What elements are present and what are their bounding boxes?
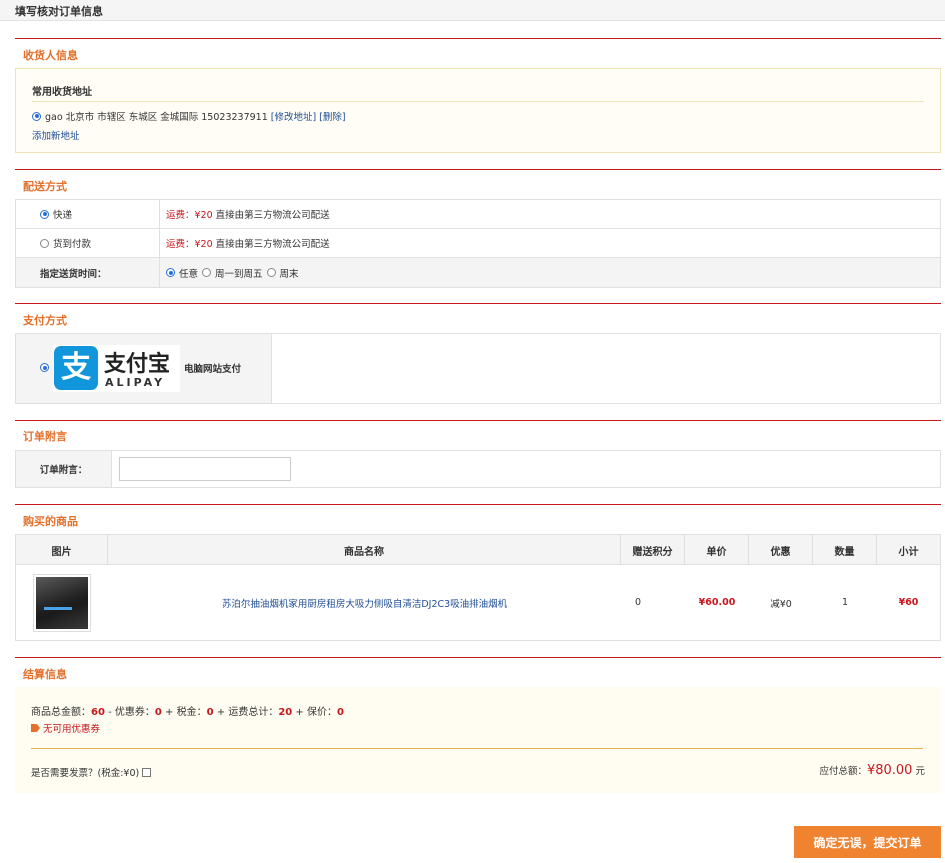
section-divider — [15, 657, 941, 658]
page-title: 填写核对订单信息 — [15, 5, 103, 18]
product-thumbnail[interactable] — [16, 565, 108, 640]
memo-section-title: 订单附言 — [23, 430, 67, 443]
tax-label: + 税金： — [161, 707, 207, 718]
section-divider — [15, 504, 941, 505]
edit-address-link[interactable]: [修改地址] — [271, 109, 316, 123]
alipay-icon: 支 — [54, 346, 98, 390]
settlement-panel: 商品总金额：60 - 优惠券：0 + 税金：0 + 运费总计：20 + 保价：0… — [15, 687, 941, 793]
column-header: 商品名称 — [108, 535, 621, 565]
goods-total-label: 商品总金额： — [31, 707, 91, 718]
delivery-option-row[interactable]: 快递 运费：¥20 直接由第三方物流公司配送 — [16, 200, 940, 229]
time-weekday-radio[interactable] — [202, 268, 212, 277]
tag-icon — [31, 724, 40, 732]
time-any-radio[interactable] — [166, 268, 175, 277]
goods-table: 图片 商品名称 赠送积分 单价 优惠 数量 小计 苏泊尔抽油烟机家用厨房租房大吸… — [15, 534, 941, 641]
coupon-label: - 优惠券： — [104, 707, 155, 718]
column-header: 图片 — [16, 535, 108, 565]
delivery-option-row[interactable]: 货到付款 运费：¥20 直接由第三方物流公司配送 — [16, 229, 940, 258]
column-header: 小计 — [898, 546, 919, 558]
add-address-link[interactable]: 添加新地址 — [32, 128, 80, 142]
column-header: 数量 — [813, 535, 877, 565]
section-divider — [15, 420, 941, 421]
alipay-option[interactable]: 支 支付宝 ALIPAY 电脑网站支付 — [16, 334, 272, 403]
memo-label: 订单附言： — [16, 451, 112, 487]
product-price: ¥60.00 — [698, 597, 736, 608]
address-heading-divider — [32, 101, 924, 102]
time-option-label: 任意 — [179, 268, 199, 280]
alipay-logo: 支 支付宝 ALIPAY — [53, 345, 180, 392]
column-header: 赠送积分 — [621, 535, 685, 565]
shipping-total-value: 20 — [278, 707, 293, 718]
column-header: 单价 — [685, 535, 749, 565]
goods-section-title: 购买的商品 — [23, 515, 78, 528]
product-image — [36, 576, 88, 629]
insurance-label: + 保价： — [292, 707, 337, 718]
delete-address-link[interactable]: [删除] — [319, 109, 345, 123]
payment-section-title: 支付方式 — [23, 314, 67, 327]
invoice-checkbox[interactable] — [142, 767, 152, 777]
no-coupon-notice: 无可用优惠券 — [31, 721, 100, 735]
price-breakdown: 商品总金额：60 - 优惠券：0 + 税金：0 + 运费总计：20 + 保价：0 — [31, 703, 344, 718]
time-option-weekday[interactable]: 周一到周五 — [202, 266, 263, 280]
alipay-radio[interactable] — [40, 363, 49, 372]
settlement-divider — [31, 748, 923, 749]
total-unit: 元 — [915, 766, 925, 777]
delivery-note: 直接由第三方物流公司配送 — [215, 210, 330, 221]
receiver-section-title: 收货人信息 — [23, 49, 78, 62]
delivery-option-label: 快递 — [53, 210, 73, 221]
payment-panel: 支 支付宝 ALIPAY 电脑网站支付 — [15, 333, 941, 404]
cod-radio[interactable] — [40, 238, 49, 248]
page-header: 填写核对订单信息 — [0, 0, 945, 21]
delivery-time-label: 指定送货时间： — [16, 258, 160, 287]
delivery-table: 快递 运费：¥20 直接由第三方物流公司配送 货到付款 运费：¥20 直接由第三… — [15, 199, 941, 288]
time-option-any[interactable]: 任意 — [166, 266, 198, 280]
settlement-section-title: 结算信息 — [23, 668, 67, 681]
goods-total-value: 60 — [91, 707, 105, 718]
shipping-fee: 运费：¥20 — [166, 210, 213, 221]
product-discount: 减¥0 — [770, 598, 792, 610]
delivery-section-title: 配送方式 — [23, 180, 67, 193]
memo-panel: 订单附言： — [15, 450, 941, 488]
alipay-logo-en: ALIPAY — [105, 376, 166, 389]
section-divider — [15, 303, 941, 304]
address-panel: 常用收货地址 gao 北京市 市辖区 东城区 金城国际 15023237911 … — [15, 68, 941, 153]
address-radio[interactable] — [32, 111, 41, 121]
delivery-time-row: 指定送货时间： 任意 周一到周五 周末 — [16, 258, 940, 287]
total-amount: ¥80.00 — [866, 763, 913, 778]
no-coupon-text: 无可用优惠券 — [43, 724, 101, 735]
alipay-logo-cn: 支付宝 — [104, 352, 171, 377]
delivery-note: 直接由第三方物流公司配送 — [215, 239, 330, 250]
column-header: 优惠 — [749, 535, 813, 565]
insurance-value: 0 — [337, 707, 344, 718]
time-option-label: 周一到周五 — [215, 268, 263, 280]
product-points: 0 — [634, 597, 641, 608]
section-divider — [15, 169, 941, 170]
shipping-fee: 运费：¥20 — [166, 239, 213, 250]
time-option-weekend[interactable]: 周末 — [266, 266, 299, 280]
address-heading: 常用收货地址 — [32, 87, 92, 98]
coupon-value: 0 — [154, 707, 162, 718]
product-subtotal: ¥60 — [898, 597, 919, 608]
section-divider — [15, 38, 941, 39]
address-text: gao 北京市 市辖区 东城区 金城国际 15023237911 — [45, 112, 268, 123]
product-quantity: 1 — [841, 597, 849, 608]
express-radio[interactable] — [40, 209, 49, 219]
payment-method-label: 电脑网站支付 — [184, 364, 242, 375]
shipping-total-label: + 运费总计： — [213, 707, 279, 718]
table-row: 苏泊尔抽油烟机家用厨房租房大吸力侧吸自清洁DJ2C3吸油排油烟机 0 ¥60.0… — [16, 565, 940, 640]
order-total: 应付总额：¥80.00 元 — [819, 763, 925, 778]
delivery-option-label: 货到付款 — [53, 239, 92, 250]
memo-input[interactable] — [119, 457, 291, 481]
goods-table-header: 图片 商品名称 赠送积分 单价 优惠 数量 小计 — [16, 535, 940, 565]
submit-order-button[interactable]: 确定无误，提交订单 — [794, 826, 941, 858]
product-name-link[interactable]: 苏泊尔抽油烟机家用厨房租房大吸力侧吸自清洁DJ2C3吸油排油烟机 — [222, 596, 507, 610]
address-option[interactable]: gao 北京市 市辖区 东城区 金城国际 15023237911 [修改地址] … — [32, 109, 346, 123]
time-option-label: 周末 — [279, 268, 299, 280]
invoice-option[interactable]: 是否需要发票？(税金:¥0) — [31, 765, 152, 779]
tax-value: 0 — [206, 707, 214, 718]
invoice-label: 是否需要发票？(税金:¥0) — [31, 768, 140, 779]
time-weekend-radio[interactable] — [266, 268, 276, 277]
total-label: 应付总额： — [819, 766, 867, 777]
